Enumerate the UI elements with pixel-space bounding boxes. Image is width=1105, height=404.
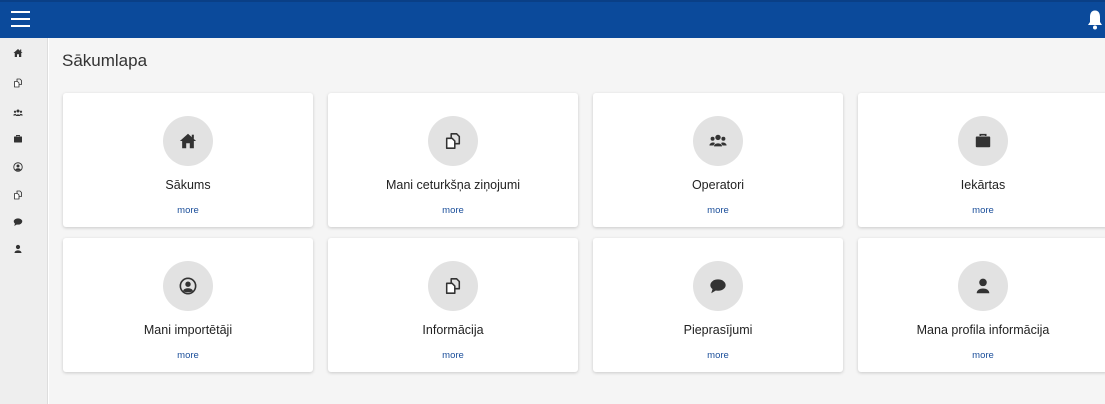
card-icon-circle — [693, 261, 743, 311]
main-content: Sākumlapa Sākums more Mani ceturkšņa ziņ… — [49, 38, 1105, 404]
more-link[interactable]: more — [63, 205, 313, 216]
more-link[interactable]: more — [858, 350, 1105, 361]
more-link[interactable]: more — [328, 350, 578, 361]
more-link[interactable]: more — [593, 205, 843, 216]
card-icon-circle — [958, 116, 1008, 166]
card-icon-circle — [693, 116, 743, 166]
card-importers[interactable]: Mani importētāji more — [63, 238, 313, 372]
card-label: Iekārtas — [960, 178, 1006, 192]
documents-icon — [13, 78, 23, 88]
briefcase-icon — [13, 134, 23, 144]
hamburger-icon[interactable] — [11, 11, 30, 27]
card-icon-circle — [428, 116, 478, 166]
card-reports[interactable]: Mani ceturkšņa ziņojumi more — [328, 93, 578, 227]
card-icon-circle — [958, 261, 1008, 311]
user-icon — [974, 277, 992, 295]
sidebar-item-information[interactable] — [0, 184, 48, 206]
card-label: Informācija — [422, 323, 484, 337]
home-icon — [13, 48, 23, 58]
more-link[interactable]: more — [858, 205, 1105, 216]
documents-icon — [13, 190, 23, 200]
users-icon — [709, 132, 727, 150]
card-icon-circle — [163, 116, 213, 166]
card-information[interactable]: Informācija more — [328, 238, 578, 372]
card-operators[interactable]: Operatori more — [593, 93, 843, 227]
card-label: Mani ceturkšņa ziņojumi — [385, 178, 521, 192]
user-circle-icon — [13, 162, 23, 172]
sidebar-item-home[interactable] — [0, 42, 48, 64]
card-label: Mana profila informācija — [916, 323, 1050, 337]
card-sakums[interactable]: Sākums more — [63, 93, 313, 227]
sidebar-item-operators[interactable] — [0, 102, 48, 124]
user-circle-icon — [179, 277, 197, 295]
more-link[interactable]: more — [593, 350, 843, 361]
more-link[interactable]: more — [328, 205, 578, 216]
briefcase-icon — [974, 132, 992, 150]
card-label: Sākums — [165, 178, 211, 192]
users-icon — [13, 108, 23, 118]
comment-icon — [13, 217, 23, 227]
sidebar-item-importers[interactable] — [0, 156, 48, 178]
sidebar-item-profile[interactable] — [0, 238, 48, 260]
comment-icon — [709, 277, 727, 295]
bell-icon[interactable] — [1087, 9, 1103, 31]
card-icon-circle — [163, 261, 213, 311]
card-label: Pieprasījumi — [683, 323, 753, 337]
documents-icon — [444, 132, 462, 150]
card-equipment[interactable]: Iekārtas more — [858, 93, 1105, 227]
card-icon-circle — [428, 261, 478, 311]
card-label: Operatori — [691, 178, 745, 192]
card-profile[interactable]: Mana profila informācija more — [858, 238, 1105, 372]
sidebar-item-requests[interactable] — [0, 211, 48, 233]
sidebar-item-equipment[interactable] — [0, 128, 48, 150]
more-link[interactable]: more — [63, 350, 313, 361]
home-icon — [179, 132, 197, 150]
card-requests[interactable]: Pieprasījumi more — [593, 238, 843, 372]
user-icon — [13, 244, 23, 254]
sidebar-nav — [0, 38, 48, 404]
top-app-bar — [0, 0, 1105, 38]
card-label: Mani importētāji — [143, 323, 233, 337]
sidebar-item-reports[interactable] — [0, 72, 48, 94]
documents-icon — [444, 277, 462, 295]
page-title: Sākumlapa — [62, 51, 148, 70]
